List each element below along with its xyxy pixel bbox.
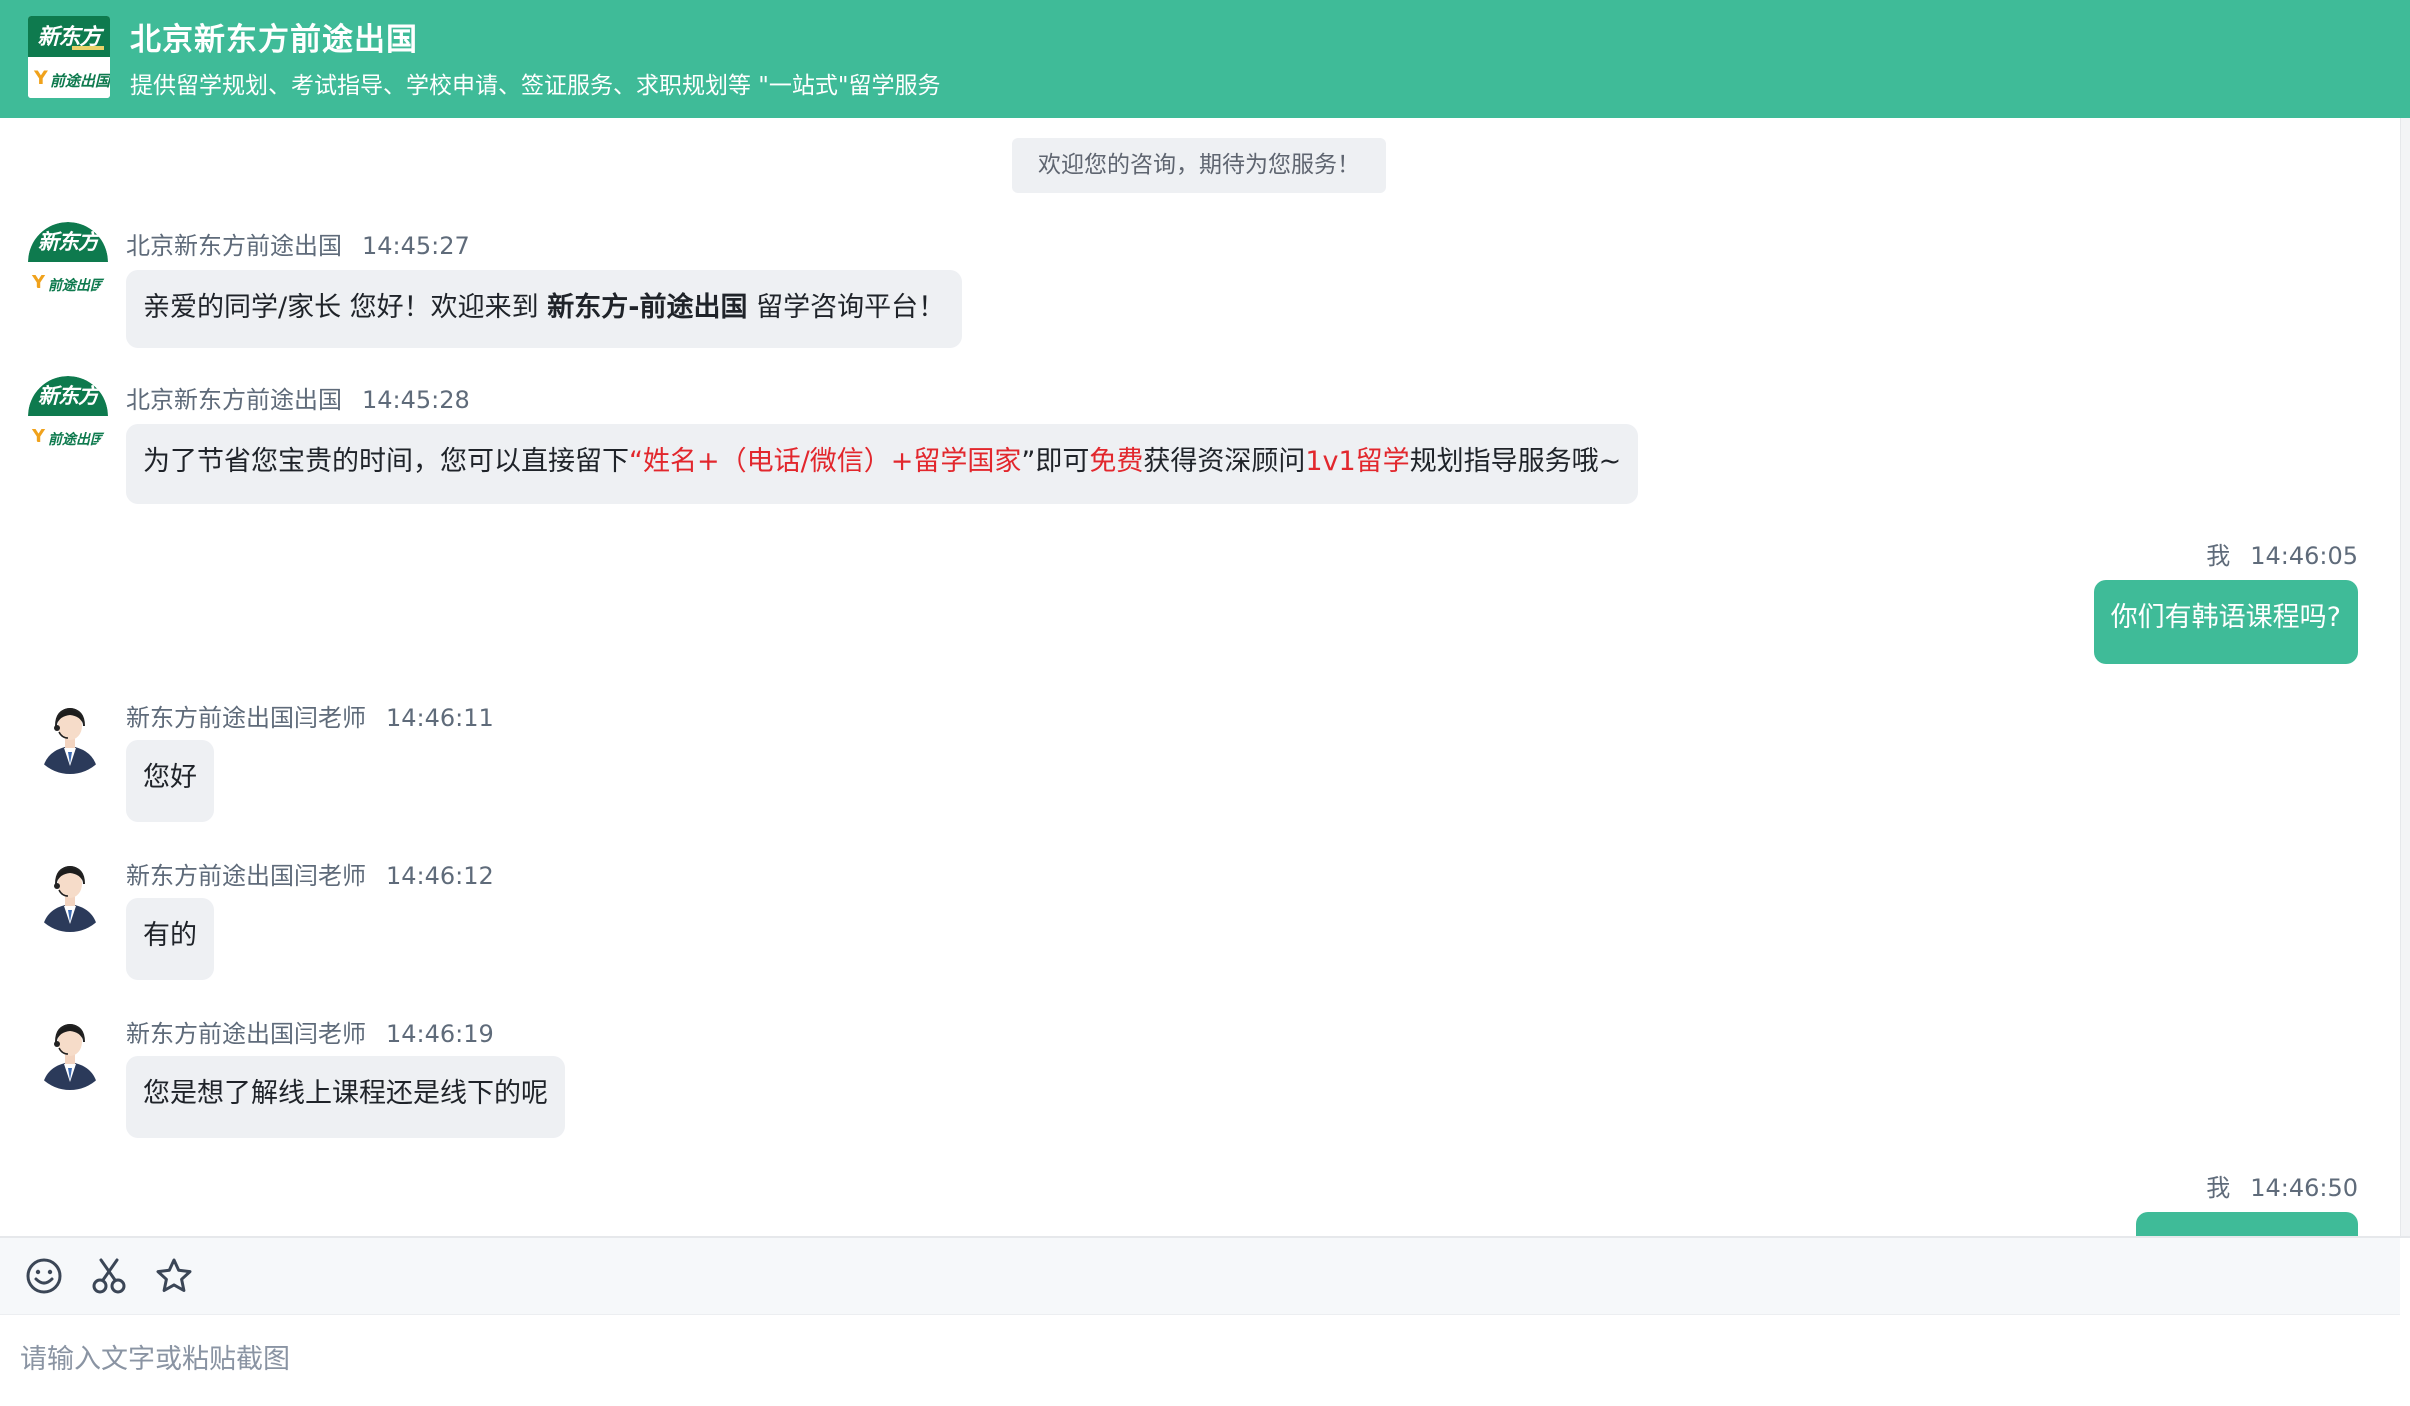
message-bubble: 为了节省您宝贵的时间，您可以直接留下“姓名+（电话/微信）+留学国家”即可免费获… <box>126 424 1639 504</box>
message-list[interactable]: 欢迎您的咨询，期待为您服务！ 新东方 Y 前途出国 北京新东方前途出国 14:45:… <box>0 118 2400 1236</box>
star-icon[interactable] <box>152 1254 196 1298</box>
message-meta: 新东方前途出国闫老师 14:46:12 <box>126 856 494 891</box>
sender-name: 北京新东方前途出国 <box>126 386 342 414</box>
sender-name: 北京新东方前途出国 <box>126 232 342 260</box>
scissors-icon[interactable] <box>87 1254 131 1298</box>
agent-avatar <box>30 694 110 774</box>
message-time: 14:46:50 <box>2250 1174 2358 1202</box>
message-time: 14:46:12 <box>386 862 494 890</box>
sender-name: 我 <box>2206 1174 2231 1202</box>
message-meta: 我 14:46:05 <box>2206 536 2358 571</box>
message-bubble: 您是想了解线上课程还是线下的呢 <box>126 1056 565 1138</box>
sender-name: 新东方前途出国闫老师 <box>126 862 366 890</box>
agent-avatar <box>30 852 110 932</box>
message-bubble: 你们有韩语课程吗? <box>2093 580 2358 664</box>
message-input[interactable] <box>0 1316 2400 1402</box>
message-meta: 我 14:46:50 <box>2206 1168 2358 1203</box>
composer-toolbar <box>0 1238 2400 1315</box>
org-logo-avatar: 新东方 Y 前途出国 <box>28 376 108 456</box>
chat-scrollbar[interactable] <box>2400 118 2410 1236</box>
message-bubble: 有的 <box>126 898 214 980</box>
message-composer <box>0 1236 2410 1406</box>
page-subtitle: 提供留学规划、考试指导、学校申请、签证服务、求职规划等 "一站式"留学服务 <box>130 73 941 99</box>
message-meta: 北京新东方前途出国 14:45:27 <box>126 226 470 261</box>
org-logo-avatar: 新东方 Y 前途出国 <box>28 222 108 302</box>
message-bubble: 您好 <box>126 740 214 822</box>
welcome-notice: 欢迎您的咨询，期待为您服务！ <box>1012 138 1386 193</box>
message-time: 14:46:11 <box>386 704 494 732</box>
message-time: 14:46:05 <box>2250 542 2358 570</box>
message-meta: 新东方前途出国闫老师 14:46:19 <box>126 1014 494 1049</box>
sender-name: 我 <box>2206 542 2231 570</box>
message-meta: 北京新东方前途出国 14:45:28 <box>126 380 470 415</box>
emoji-icon[interactable] <box>22 1254 66 1298</box>
brand-logo: 新东方 Y 前途出国 <box>28 16 110 98</box>
agent-avatar <box>30 1010 110 1090</box>
sender-name: 新东方前途出国闫老师 <box>126 704 366 732</box>
page-title: 北京新东方前途出国 <box>130 22 418 58</box>
message-bubble <box>2136 1212 2358 1236</box>
sender-name: 新东方前途出国闫老师 <box>126 1020 366 1048</box>
message-meta: 新东方前途出国闫老师 14:46:11 <box>126 698 494 733</box>
message-bubble: 亲爱的同学/家长 您好！欢迎来到 新东方-前途出国 留学咨询平台！ <box>126 270 963 348</box>
message-time: 14:46:19 <box>386 1020 494 1048</box>
chat-header: 新东方 Y 前途出国 北京新东方前途出国 提供留学规划、考试指导、学校申请、签证服… <box>0 0 2410 118</box>
message-time: 14:45:27 <box>362 232 470 260</box>
message-time: 14:45:28 <box>362 386 470 414</box>
